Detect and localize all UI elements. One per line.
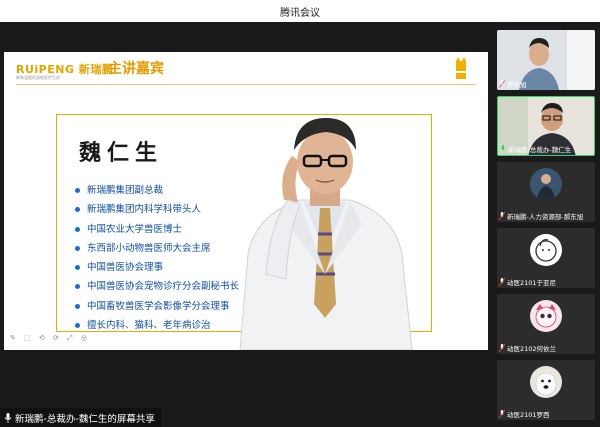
participant-tile[interactable]: 郝东旭 [497,30,595,90]
participant-label: 新瑞鹏-总裁办-魏仁生 [500,143,571,154]
participant-avatar [530,234,562,266]
participant-tile[interactable]: 动医2102何依兰 [497,294,595,354]
microphone-icon [501,144,505,150]
participant-avatar [530,168,562,200]
participant-label: 动医2102何依兰 [499,342,556,353]
screen-share-banner: 新瑞鹏-总裁办-魏仁生的屏幕共享 [0,408,161,427]
title-bar: 腾讯会议 [0,0,600,22]
microphone-muted-icon [499,211,505,220]
participant-tile[interactable]: 新瑞鹏-人力资源部-郝东旭 [497,162,595,222]
participant-tile[interactable]: 动医2101于亚尼 [497,228,595,288]
participant-tile-active[interactable]: 新瑞鹏-总裁办-魏仁生 [497,96,595,156]
participant-list: 郝东旭 新瑞鹏-总裁办-魏仁生 新瑞鹏-人力资源部-郝东旭 动医2101于亚尼 … [492,22,600,427]
shared-slide[interactable]: RUiPENG 新瑞鹏 做有温度的宠物医疗生态 主讲嘉宾 魏仁生 新瑞鹏集团副总… [4,52,488,350]
speaker-photo [239,118,413,350]
participant-name: 新瑞鹏-总裁办-魏仁生 [508,145,572,154]
microphone-muted-icon [499,277,505,286]
slide-toolbar[interactable]: ✎ ⬚ ⟲ ⟳ ⤢ ◎ [10,334,90,343]
bio-item: 新瑞鹏集团副总裁 [75,181,239,200]
participant-tile[interactable]: 动医2101罗西 [497,360,595,420]
participant-label: 郝东旭 [499,78,527,89]
participant-name: 动医2102何依兰 [507,344,557,353]
bio-item: 东西部小动物兽医师大会主席 [75,239,239,258]
meeting-app: 腾讯会议 RUiPENG 新瑞鹏 做有温度的宠物医疗生态 主讲嘉宾 魏仁生 新瑞… [0,0,600,427]
participant-label: 新瑞鹏-人力资源部-郝东旭 [499,210,583,221]
cat-icon [456,57,466,79]
microphone-muted-icon [499,409,505,418]
participant-name: 郝东旭 [507,80,527,89]
logo-tagline: 做有温度的宠物医疗生态 [16,75,60,80]
bio-item: 中国畜牧兽医学会影像学分会理事 [75,297,239,316]
bio-item: 中国兽医协会宠物诊疗分会副秘书长 [75,277,239,296]
participant-label: 动医2101于亚尼 [499,276,556,287]
speaker-bio-list: 新瑞鹏集团副总裁 新瑞鹏集团内科学科带头人 中国农业大学兽医博士 东西部小动物兽… [75,181,239,335]
share-banner-text: 新瑞鹏-总裁办-魏仁生的屏幕共享 [15,413,155,425]
participant-label: 动医2101罗西 [499,408,550,419]
participant-avatar [530,300,562,332]
microphone-icon [4,412,12,423]
header-divider [16,84,476,85]
microphone-muted-icon [499,343,505,352]
speaker-name: 魏仁生 [79,140,164,166]
bio-item: 中国兽医协会理事 [75,258,239,277]
slide-heading: 主讲嘉宾 [108,61,164,77]
bio-item: 新瑞鹏集团内科学科带头人 [75,200,239,219]
bio-item: 中国农业大学兽医博士 [75,220,239,239]
participant-name: 动医2101于亚尼 [507,278,557,287]
window-title: 腾讯会议 [280,8,320,19]
participant-avatar [530,366,562,398]
bio-item: 擅长内科、猫科、老年病诊治 [75,316,239,335]
microphone-muted-icon [499,79,505,88]
participant-name: 动医2101罗西 [507,410,550,419]
participant-name: 新瑞鹏-人力资源部-郝东旭 [507,212,584,221]
